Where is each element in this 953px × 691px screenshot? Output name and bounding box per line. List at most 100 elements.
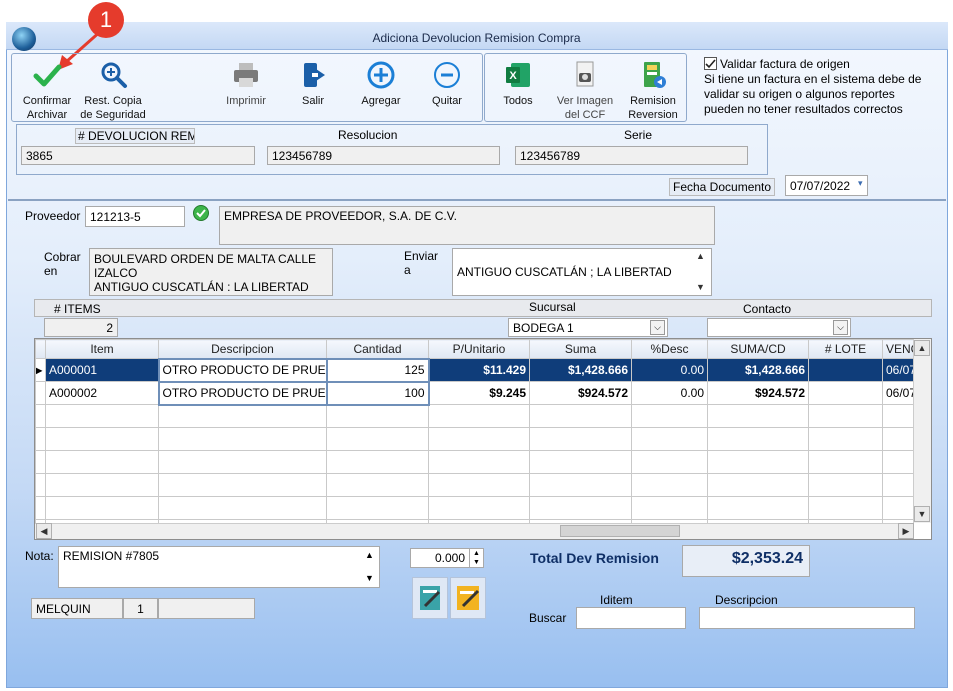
reversion-icon	[644, 62, 666, 88]
grid-hscroll-thumb[interactable]	[560, 525, 680, 537]
resolucion-field[interactable]: 123456789	[267, 146, 500, 165]
nota-scroll-up-icon[interactable]: ▲	[365, 550, 374, 560]
annotation-badge: 1	[88, 2, 124, 38]
cell-price[interactable]: $11.429	[428, 358, 530, 382]
cobrar-line-3: ANTIGUO CUSCATLÁN : LA LIBERTAD	[94, 280, 309, 294]
sucursal-chevron-down-icon[interactable]: ⌵	[650, 320, 665, 335]
print-label: Imprimir	[226, 95, 266, 107]
edit-note-button[interactable]	[412, 577, 448, 619]
cell-desc[interactable]: OTRO PRODUCTO DE PRUE	[157, 357, 328, 383]
sucursal-value: BODEGA 1	[513, 321, 574, 335]
cell-price[interactable]: $9.245	[428, 381, 530, 405]
grid-scroll-left-icon[interactable]: ◀	[36, 523, 52, 539]
grid-scroll-right-icon[interactable]: ▶	[898, 523, 914, 539]
grid-scroll-down-icon[interactable]: ▼	[914, 506, 930, 522]
cobrar-line-1: BOULEVARD ORDEN DE MALTA CALLE	[94, 252, 317, 266]
proveedor-label: Proveedor	[25, 209, 81, 223]
spinner-arrows-icon[interactable]: ▲ ▼	[469, 549, 483, 567]
enviar-address-field[interactable]: ANTIGUO CUSCATLÁN ; LA LIBERTAD	[452, 248, 712, 296]
view-label-2: del CCF	[564, 109, 606, 121]
remove-button[interactable]: Quitar	[424, 60, 470, 108]
add-button[interactable]: Agregar	[356, 60, 406, 108]
grid-vertical-scrollbar[interactable]	[913, 339, 931, 523]
buscar-iditem-input[interactable]	[576, 607, 686, 629]
resolucion-label: Resolucion	[338, 128, 398, 142]
nota-scroll-down-icon[interactable]: ▼	[365, 573, 374, 583]
iditem-label: Iditem	[600, 593, 633, 607]
remision-reversion-button[interactable]: Remision Reversion	[624, 60, 682, 122]
items-grid[interactable]: Item Descripcion Cantidad P/Unitario Sum…	[34, 338, 932, 540]
confirm-label-2: Archivar	[26, 109, 68, 121]
fecha-field[interactable]: 07/07/2022	[785, 175, 868, 196]
edit-folder-button[interactable]	[450, 577, 486, 619]
table-row[interactable]: A000002 OTRO PRODUCTO DE PRUE 100 $9.245…	[35, 380, 931, 406]
cell-lote[interactable]	[808, 381, 883, 405]
serie-field[interactable]: 123456789	[515, 146, 748, 165]
col-cantidad[interactable]: Cantidad	[326, 339, 429, 359]
exit-button[interactable]: Salir	[290, 60, 336, 108]
nota-field[interactable]: REMISION #7805	[58, 546, 380, 588]
cell-qty[interactable]: 100	[325, 380, 430, 406]
items-count-field: 2	[44, 318, 118, 337]
edit-note-icon	[420, 586, 441, 610]
export-all-button[interactable]: X Todos	[494, 60, 542, 108]
cell-sum[interactable]: $924.572	[529, 381, 632, 405]
row-pointer-icon: ▶	[35, 358, 46, 382]
empty-row	[35, 427, 931, 451]
col-suma[interactable]: Suma	[529, 339, 632, 359]
contacto-select[interactable]	[707, 318, 851, 337]
contacto-chevron-down-icon[interactable]: ⌵	[833, 320, 848, 335]
checkmark-icon	[33, 64, 62, 87]
nota-label: Nota:	[25, 549, 54, 563]
scroll-down-icon[interactable]: ▼	[696, 282, 705, 292]
summary-header	[34, 299, 932, 317]
validate-note: Si tiene un factura en el sistema debe d…	[704, 72, 922, 116]
items-label: # ITEMS	[54, 302, 101, 316]
calendar-dropdown-icon[interactable]: ▾	[858, 178, 868, 190]
grid-horizontal-scrollbar[interactable]	[35, 523, 913, 539]
col-desc[interactable]: %Desc	[631, 339, 708, 359]
col-item[interactable]: Item	[45, 339, 159, 359]
print-button[interactable]: Imprimir	[220, 60, 272, 108]
cell-desc[interactable]: OTRO PRODUCTO DE PRUE	[157, 380, 328, 406]
validate-checkbox[interactable]	[704, 57, 717, 70]
minus-circle-icon	[434, 62, 460, 88]
cell-lote[interactable]	[808, 358, 883, 382]
rev-label-2: Reversion	[628, 109, 678, 121]
table-row[interactable]: ▶ A000001 OTRO PRODUCTO DE PRUE 125 $11.…	[35, 357, 931, 383]
col-descripcion[interactable]: Descripcion	[158, 339, 327, 359]
cell-disc[interactable]: 0.00	[631, 381, 708, 405]
col-lote[interactable]: # LOTE	[808, 339, 883, 359]
cell-item[interactable]: A000002	[45, 381, 159, 405]
cell-sumcd[interactable]: $1,428.666	[707, 358, 809, 382]
cobrar-address-field[interactable]: BOULEVARD ORDEN DE MALTA CALLE IZALCO AN…	[89, 248, 333, 296]
descripcion-label: Descripcion	[715, 593, 778, 607]
cell-sum[interactable]: $1,428.666	[529, 358, 632, 382]
zoom-in-icon	[101, 62, 127, 88]
camera-document-icon	[576, 61, 594, 87]
scroll-up-icon[interactable]: ▲	[696, 251, 705, 261]
proveedor-name-field[interactable]: EMPRESA DE PROVEEDOR, S.A. DE C.V.	[219, 206, 715, 245]
exit-label: Salir	[301, 95, 324, 107]
col-punitario[interactable]: P/Unitario	[428, 339, 530, 359]
cell-disc[interactable]: 0.00	[631, 358, 708, 382]
view-image-button[interactable]: Ver Imagen del CCF	[555, 60, 615, 122]
add-label: Agregar	[361, 95, 401, 107]
empty-row	[35, 450, 931, 474]
grid-scroll-up-icon[interactable]: ▲	[914, 340, 930, 356]
sucursal-label: Sucursal	[529, 300, 576, 314]
empty-row	[35, 473, 931, 497]
buscar-descripcion-input[interactable]	[699, 607, 915, 629]
cell-sumcd[interactable]: $924.572	[707, 381, 809, 405]
fecha-value: 07/07/2022	[790, 179, 851, 193]
cell-item[interactable]: A000001	[45, 358, 159, 382]
buscar-label: Buscar	[529, 611, 567, 625]
proveedor-code-field[interactable]: 121213-5	[85, 206, 185, 227]
col-sumacd[interactable]: SUMA/CD	[707, 339, 809, 359]
confirm-button[interactable]: Confirmar Archivar	[16, 60, 78, 122]
devolucion-field[interactable]: 3865	[21, 146, 255, 165]
sucursal-select[interactable]: BODEGA 1	[508, 318, 668, 337]
cell-qty[interactable]: 125	[325, 357, 430, 383]
window-title: Adiciona Devolucion Remision Compra	[372, 31, 581, 45]
restore-backup-button[interactable]: Rest. Copia de Seguridad	[78, 60, 148, 122]
